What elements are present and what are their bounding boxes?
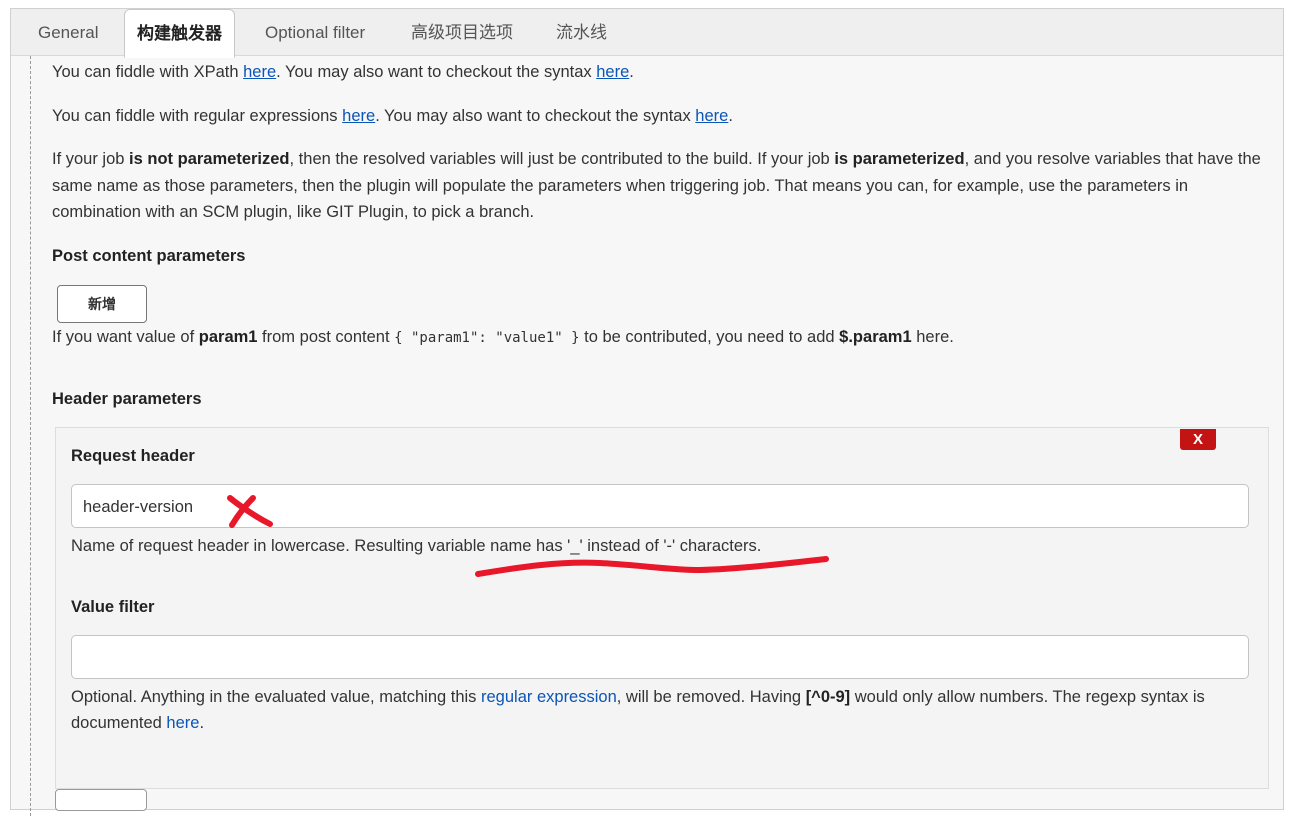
xpath-help-text-2: . You may also want to checkout the synt… bbox=[276, 63, 597, 81]
tab-build-triggers[interactable]: 构建触发器 bbox=[124, 9, 235, 58]
add-post-content-button[interactable]: 新增 bbox=[57, 285, 147, 323]
post-help-text-3: to be contributed, you need to add bbox=[579, 328, 840, 346]
section-divider bbox=[30, 56, 31, 816]
tab-advanced-project-options[interactable]: 高级项目选项 bbox=[411, 9, 513, 55]
regex-help-text-2: . You may also want to checkout the synt… bbox=[375, 107, 696, 125]
form-frame: General 构建触发器 Optional filter 高级项目选项 流水线… bbox=[10, 8, 1284, 816]
param-help-bold-1: is not parameterized bbox=[129, 150, 290, 168]
regexp-syntax-link[interactable]: here bbox=[166, 714, 199, 732]
regex-fiddle-link[interactable]: here bbox=[342, 107, 375, 125]
post-help-end: here. bbox=[911, 328, 954, 346]
regex-syntax-link[interactable]: here bbox=[695, 107, 728, 125]
value-filter-label: Value filter bbox=[71, 598, 155, 616]
header-parameters-heading: Header parameters bbox=[52, 390, 202, 408]
xpath-help-text: You can fiddle with XPath bbox=[52, 63, 244, 81]
tab-bar: General 构建触发器 Optional filter 高级项目选项 流水线 bbox=[11, 9, 1283, 58]
value-filter-example: [^0-9] bbox=[805, 688, 851, 706]
value-filter-help-text: Optional. Anything in the evaluated valu… bbox=[71, 688, 482, 706]
param-help-bold-2: is parameterized bbox=[834, 150, 965, 168]
header-parameter-panel: X Request header header-version Name of … bbox=[55, 427, 1269, 789]
xpath-syntax-link[interactable]: here bbox=[596, 63, 629, 81]
post-help-jsonpath: $.param1 bbox=[839, 328, 912, 346]
post-content-help: If you want value of param1 from post co… bbox=[52, 324, 1277, 352]
value-filter-input[interactable] bbox=[71, 635, 1249, 679]
regex-help: You can fiddle with regular expressions … bbox=[52, 103, 1277, 130]
post-help-code: { "param1": "value1" } bbox=[394, 330, 580, 346]
post-content-heading: Post content parameters bbox=[52, 247, 246, 265]
tab-optional-filter[interactable]: Optional filter bbox=[265, 9, 365, 55]
post-help-text: If you want value of bbox=[52, 328, 199, 346]
request-header-label: Request header bbox=[71, 447, 195, 465]
add-header-button-partial[interactable] bbox=[55, 789, 147, 811]
regex-help-end: . bbox=[728, 107, 733, 125]
post-help-param: param1 bbox=[198, 328, 258, 346]
tab-pipeline[interactable]: 流水线 bbox=[556, 9, 607, 55]
value-filter-help: Optional. Anything in the evaluated valu… bbox=[71, 684, 1241, 736]
value-filter-help-end: . bbox=[199, 714, 205, 732]
delete-header-button[interactable]: X bbox=[1180, 429, 1216, 450]
regex-help-text: You can fiddle with regular expressions bbox=[52, 107, 343, 125]
parameterized-help: If your job is not parameterized, then t… bbox=[52, 146, 1277, 226]
request-header-help: Name of request header in lowercase. Res… bbox=[71, 537, 762, 555]
xpath-help-end: . bbox=[629, 63, 634, 81]
value-filter-help-text-2: , will be removed. Having bbox=[616, 688, 806, 706]
regular-expression-link[interactable]: regular expression bbox=[481, 688, 617, 706]
xpath-help: You can fiddle with XPath here. You may … bbox=[52, 59, 1277, 86]
tab-general[interactable]: General bbox=[38, 9, 98, 55]
request-header-input[interactable]: header-version bbox=[71, 484, 1249, 528]
param-help-text-2: , then the resolved variables will just … bbox=[289, 150, 835, 168]
xpath-fiddle-link[interactable]: here bbox=[243, 63, 276, 81]
param-help-text: If your job bbox=[52, 150, 130, 168]
post-help-text-2: from post content bbox=[257, 328, 395, 346]
